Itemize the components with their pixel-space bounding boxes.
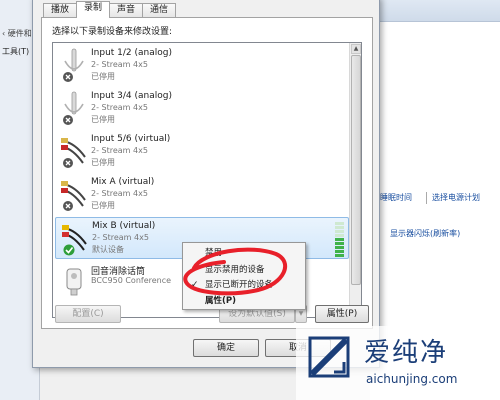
checkmark-icon: ✓ [191,265,199,275]
breadcrumb[interactable]: ‹ 硬件和 [2,28,32,39]
background-toolbar [370,0,500,22]
device-status: 已停用 [91,201,115,210]
device-description: 2- Stream 4x5 [91,60,148,69]
properties-button[interactable]: 属性(P) [315,305,369,323]
device-status: 已停用 [91,115,115,124]
link-separator [426,192,427,204]
link-choose-power-plan[interactable]: 选择电源计划 [432,192,480,203]
menu-item-show-disconnected[interactable]: ✓ 显示已断开的设备 [185,278,303,292]
tab-sounds[interactable]: 声音 [109,3,144,17]
menu-item-properties[interactable]: 属性(P) [185,294,303,308]
list-item[interactable]: Input 3/4 (analog) 2- Stream 4x5 已停用 [55,88,349,130]
device-name: Mix A (virtual) [91,177,155,187]
list-scrollbar[interactable]: ▲ ▼ [349,43,361,317]
device-description: 2- Stream 4x5 [91,146,148,155]
device-status: 默认设备 [92,245,124,254]
list-item[interactable]: Input 1/2 (analog) 2- Stream 4x5 已停用 [55,45,349,87]
watermark: 爱纯净 aichunjing.com [296,326,500,400]
device-name: Mix B (virtual) [92,221,156,231]
device-name: Input 5/6 (virtual) [91,134,171,144]
tab-recording[interactable]: 录制 [76,1,111,18]
menu-item-show-disabled[interactable]: ✓ 显示禁用的设备 [185,263,303,277]
link-sleep-time[interactable]: 睡眠时间 [380,192,412,203]
instruction-text: 选择以下录制设备来修改设置: [52,27,173,37]
watermark-url: aichunjing.com [366,372,458,386]
device-name: Input 1/2 (analog) [91,48,172,58]
rca-cable-icon [62,225,87,256]
device-status: 已停用 [91,72,115,81]
checkmark-icon: ✓ [191,280,199,290]
ok-button[interactable]: 确定 [193,339,259,357]
tab-communications[interactable]: 通信 [142,3,177,17]
device-description: 2- Stream 4x5 [92,233,149,242]
brand-logo-icon [308,336,350,378]
sound-dialog: 播放 录制 声音 通信 选择以下录制设备来修改设置: Input 1/2 (an… [32,0,380,368]
menu-tools[interactable]: 工具(T) [2,46,29,57]
microphone-icon [63,48,84,82]
context-menu: 禁用 ✓ 显示禁用的设备 ✓ 显示已断开的设备 属性(P) [182,242,306,310]
menu-item-disable[interactable]: 禁用 [185,246,303,260]
list-item[interactable]: Mix A (virtual) 2- Stream 4x5 已停用 [55,174,349,216]
scroll-thumb[interactable] [351,55,361,285]
tab-strip: 播放 录制 声音 通信 [43,1,177,18]
rca-cable-icon [61,138,86,168]
link-display-refresh[interactable]: 显示器闪烁(刷新率) [390,228,460,239]
device-name: Input 3/4 (analog) [91,91,172,101]
webcam-mic-icon [66,268,82,296]
device-description: 2- Stream 4x5 [91,189,148,198]
device-description: 2- Stream 4x5 [91,103,148,112]
rca-cable-icon [61,181,86,211]
microphone-icon [63,91,84,125]
scroll-up-icon[interactable]: ▲ [351,44,361,54]
tab-playback[interactable]: 播放 [43,3,78,17]
configure-button[interactable]: 配置(C) [55,305,121,323]
chevron-down-icon: ▾ [298,309,304,319]
input-level-meter [335,221,344,257]
device-description: BCC950 Conference [91,276,172,285]
list-item[interactable]: Input 5/6 (virtual) 2- Stream 4x5 已停用 [55,131,349,173]
watermark-brand: 爱纯净 [364,338,449,368]
device-status: 已停用 [91,158,115,167]
